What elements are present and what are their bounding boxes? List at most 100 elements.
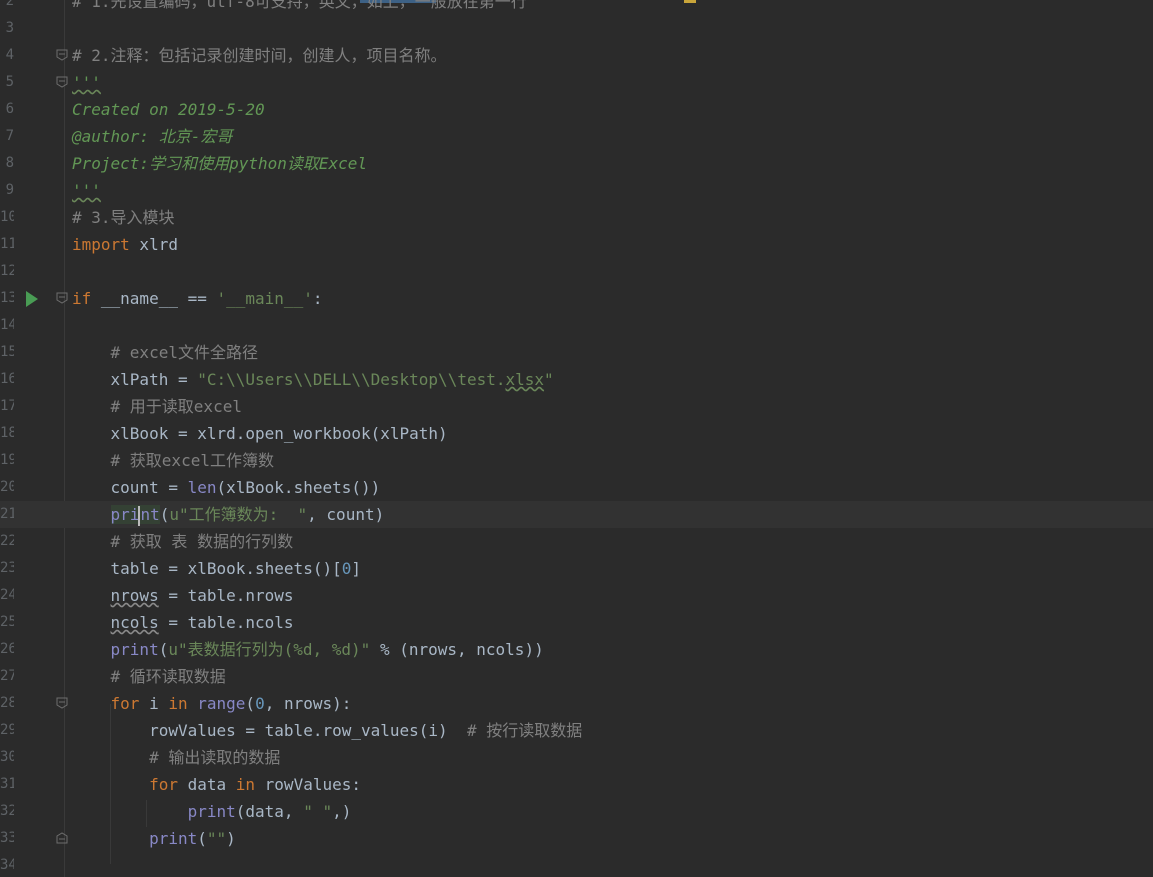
code-line[interactable]: 32 print(data, " ",)	[0, 798, 1153, 825]
code-text[interactable]: # 用于读取excel	[72, 393, 242, 420]
code-line[interactable]: 28 for i in range(0, nrows):	[0, 690, 1153, 717]
fold-marker-icon[interactable]	[56, 832, 68, 844]
line-number: 26	[0, 641, 14, 657]
code-line[interactable]: 3	[0, 15, 1153, 42]
code-line[interactable]: 13 if __name__ == '__main__':	[0, 285, 1153, 312]
code-text[interactable]: Project:学习和使用python读取Excel	[72, 150, 367, 177]
code-line[interactable]: 22 # 获取 表 数据的行列数	[0, 528, 1153, 555]
line-number: 33	[0, 830, 14, 846]
code-line[interactable]: 15 # excel文件全路径	[0, 339, 1153, 366]
code-text[interactable]: ncols = table.ncols	[72, 609, 294, 636]
code-text[interactable]: # 1.先设置编码，utf-8可支持，英文，如上，一般放在第一行	[72, 0, 527, 15]
code-text[interactable]: print("")	[72, 825, 236, 852]
code-text[interactable]: xlBook = xlrd.open_workbook(xlPath)	[72, 420, 448, 447]
line-number: 19	[0, 452, 14, 468]
code-line[interactable]: 4 # 2.注释：包括记录创建时间，创建人，项目名称。	[0, 42, 1153, 69]
line-number: 5	[5, 74, 14, 90]
line-number: 34	[0, 857, 14, 873]
line-number: 16	[0, 371, 14, 387]
code-text[interactable]: print(u"工作簿数为: ", count)	[72, 501, 384, 528]
line-number: 12	[0, 263, 14, 279]
code-text[interactable]: # excel文件全路径	[72, 339, 258, 366]
line-number: 13	[0, 290, 14, 306]
line-number: 23	[0, 560, 14, 576]
code-line[interactable]: 29 rowValues = table.row_values(i) # 按行读…	[0, 717, 1153, 744]
code-line[interactable]: 12	[0, 258, 1153, 285]
line-number: 24	[0, 587, 14, 603]
code-line[interactable]: 19 # 获取excel工作簿数	[0, 447, 1153, 474]
code-text[interactable]: # 获取excel工作簿数	[72, 447, 274, 474]
code-line[interactable]: 23 table = xlBook.sheets()[0]	[0, 555, 1153, 582]
code-line[interactable]: 20 count = len(xlBook.sheets())	[0, 474, 1153, 501]
line-number: 20	[0, 479, 14, 495]
code-text[interactable]: for i in range(0, nrows):	[72, 690, 352, 717]
code-text[interactable]: # 获取 表 数据的行列数	[72, 528, 294, 555]
code-text[interactable]: nrows = table.nrows	[72, 582, 294, 609]
line-number: 31	[0, 776, 14, 792]
code-line[interactable]: 33 print("")	[0, 825, 1153, 852]
code-line[interactable]: 31 for data in rowValues:	[0, 771, 1153, 798]
line-number: 22	[0, 533, 14, 549]
code-line[interactable]: 8 Project:学习和使用python读取Excel	[0, 150, 1153, 177]
code-line[interactable]: 30 # 输出读取的数据	[0, 744, 1153, 771]
line-number: 8	[5, 155, 14, 171]
line-number: 10	[0, 209, 14, 225]
text-cursor	[138, 505, 141, 526]
line-number: 25	[0, 614, 14, 630]
code-line[interactable]: 27 # 循环读取数据	[0, 663, 1153, 690]
code-line[interactable]: 11 import xlrd	[0, 231, 1153, 258]
code-text[interactable]: import xlrd	[72, 231, 178, 258]
line-number: 6	[5, 101, 14, 117]
line-number: 11	[0, 236, 14, 252]
line-number: 18	[0, 425, 14, 441]
line-number: 32	[0, 803, 14, 819]
line-number: 30	[0, 749, 14, 765]
code-text[interactable]: # 3.导入模块	[72, 204, 175, 231]
code-line[interactable]: 9 '''	[0, 177, 1153, 204]
line-number: 4	[5, 47, 14, 63]
line-number: 21	[0, 506, 14, 522]
code-line[interactable]: 7 @author: 北京-宏哥	[0, 123, 1153, 150]
code-text[interactable]: '''	[72, 69, 101, 96]
code-line[interactable]: 5 '''	[0, 69, 1153, 96]
code-line[interactable]: 2 # 1.先设置编码，utf-8可支持，英文，如上，一般放在第一行	[0, 0, 1153, 15]
fold-marker-icon[interactable]	[56, 697, 68, 709]
code-text[interactable]: # 循环读取数据	[72, 663, 226, 690]
line-number: 29	[0, 722, 14, 738]
code-text[interactable]: # 2.注释：包括记录创建时间，创建人，项目名称。	[72, 42, 447, 69]
code-editor[interactable]: 2 # 1.先设置编码，utf-8可支持，英文，如上，一般放在第一行 3 4 #…	[0, 0, 1153, 877]
line-number: 17	[0, 398, 14, 414]
code-text[interactable]: if __name__ == '__main__':	[72, 285, 322, 312]
fold-marker-icon[interactable]	[56, 49, 68, 61]
code-line[interactable]: 18 xlBook = xlrd.open_workbook(xlPath)	[0, 420, 1153, 447]
line-number: 2	[5, 0, 14, 9]
fold-marker-icon[interactable]	[56, 76, 68, 88]
code-text[interactable]: Created on 2019-5-20	[72, 96, 265, 123]
code-line[interactable]: 26 print(u"表数据行列为(%d, %d)" % (nrows, nco…	[0, 636, 1153, 663]
fold-marker-icon[interactable]	[56, 292, 68, 304]
code-text[interactable]: xlPath = "C:\\Users\\DELL\\Desktop\\test…	[72, 366, 554, 393]
code-line[interactable]: 25 ncols = table.ncols	[0, 609, 1153, 636]
code-line[interactable]: 14	[0, 312, 1153, 339]
code-text[interactable]: # 输出读取的数据	[72, 744, 280, 771]
code-line[interactable]: 10 # 3.导入模块	[0, 204, 1153, 231]
line-number: 14	[0, 317, 14, 333]
code-text[interactable]: table = xlBook.sheets()[0]	[72, 555, 361, 582]
run-arrow-icon[interactable]	[26, 291, 38, 307]
code-line[interactable]: 16 xlPath = "C:\\Users\\DELL\\Desktop\\t…	[0, 366, 1153, 393]
line-number: 27	[0, 668, 14, 684]
code-text[interactable]: @author: 北京-宏哥	[72, 123, 232, 150]
code-text[interactable]: rowValues = table.row_values(i) # 按行读取数据	[72, 717, 582, 744]
code-line[interactable]: 24 nrows = table.nrows	[0, 582, 1153, 609]
line-number: 3	[5, 20, 14, 36]
code-line-current[interactable]: 21 print(u"工作簿数为: ", count)	[0, 501, 1153, 528]
code-text[interactable]: for data in rowValues:	[72, 771, 361, 798]
line-number: 28	[0, 695, 14, 711]
code-text[interactable]: '''	[72, 177, 101, 204]
code-line[interactable]: 34	[0, 852, 1153, 877]
code-text[interactable]: print(data, " ",)	[72, 798, 352, 825]
code-line[interactable]: 17 # 用于读取excel	[0, 393, 1153, 420]
code-text[interactable]: count = len(xlBook.sheets())	[72, 474, 381, 501]
code-text[interactable]: print(u"表数据行列为(%d, %d)" % (nrows, ncols)…	[72, 636, 544, 663]
code-line[interactable]: 6 Created on 2019-5-20	[0, 96, 1153, 123]
